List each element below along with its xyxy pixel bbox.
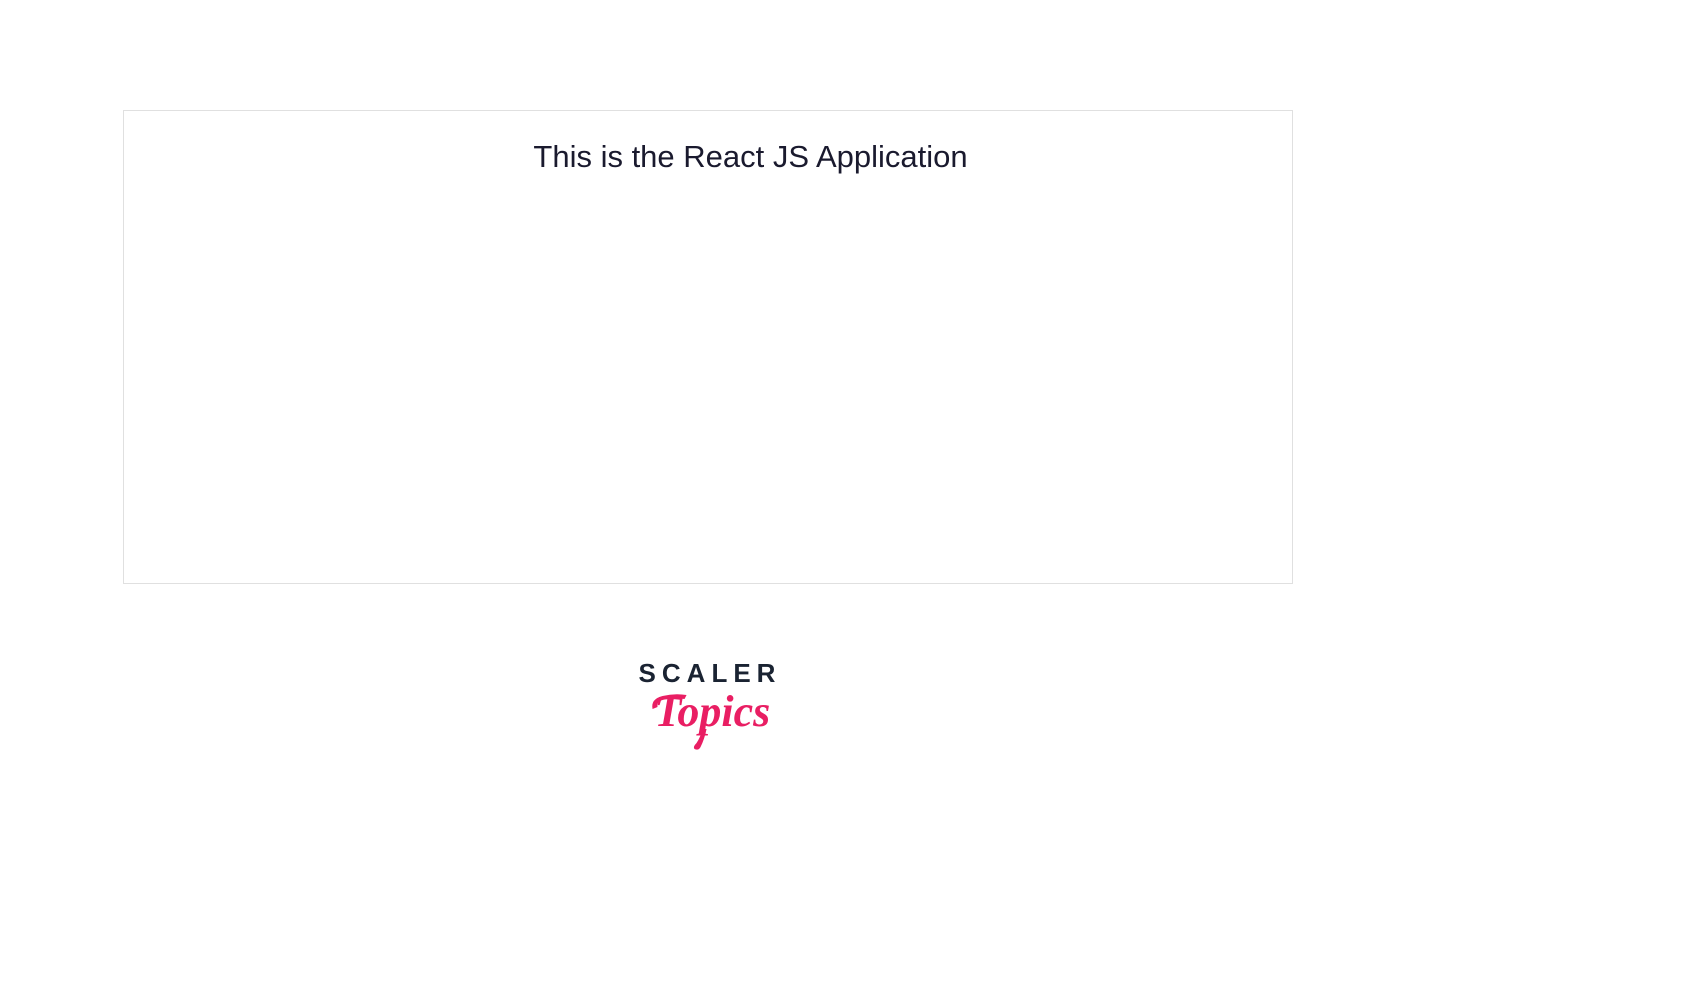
app-heading: This is the React JS Application [124, 139, 1292, 175]
scaler-topics-logo: SCALER Topics [639, 658, 782, 761]
svg-text:Topics: Topics [655, 687, 771, 736]
logo-text-topics: Topics [639, 681, 782, 761]
app-preview-box: This is the React JS Application [123, 110, 1293, 584]
